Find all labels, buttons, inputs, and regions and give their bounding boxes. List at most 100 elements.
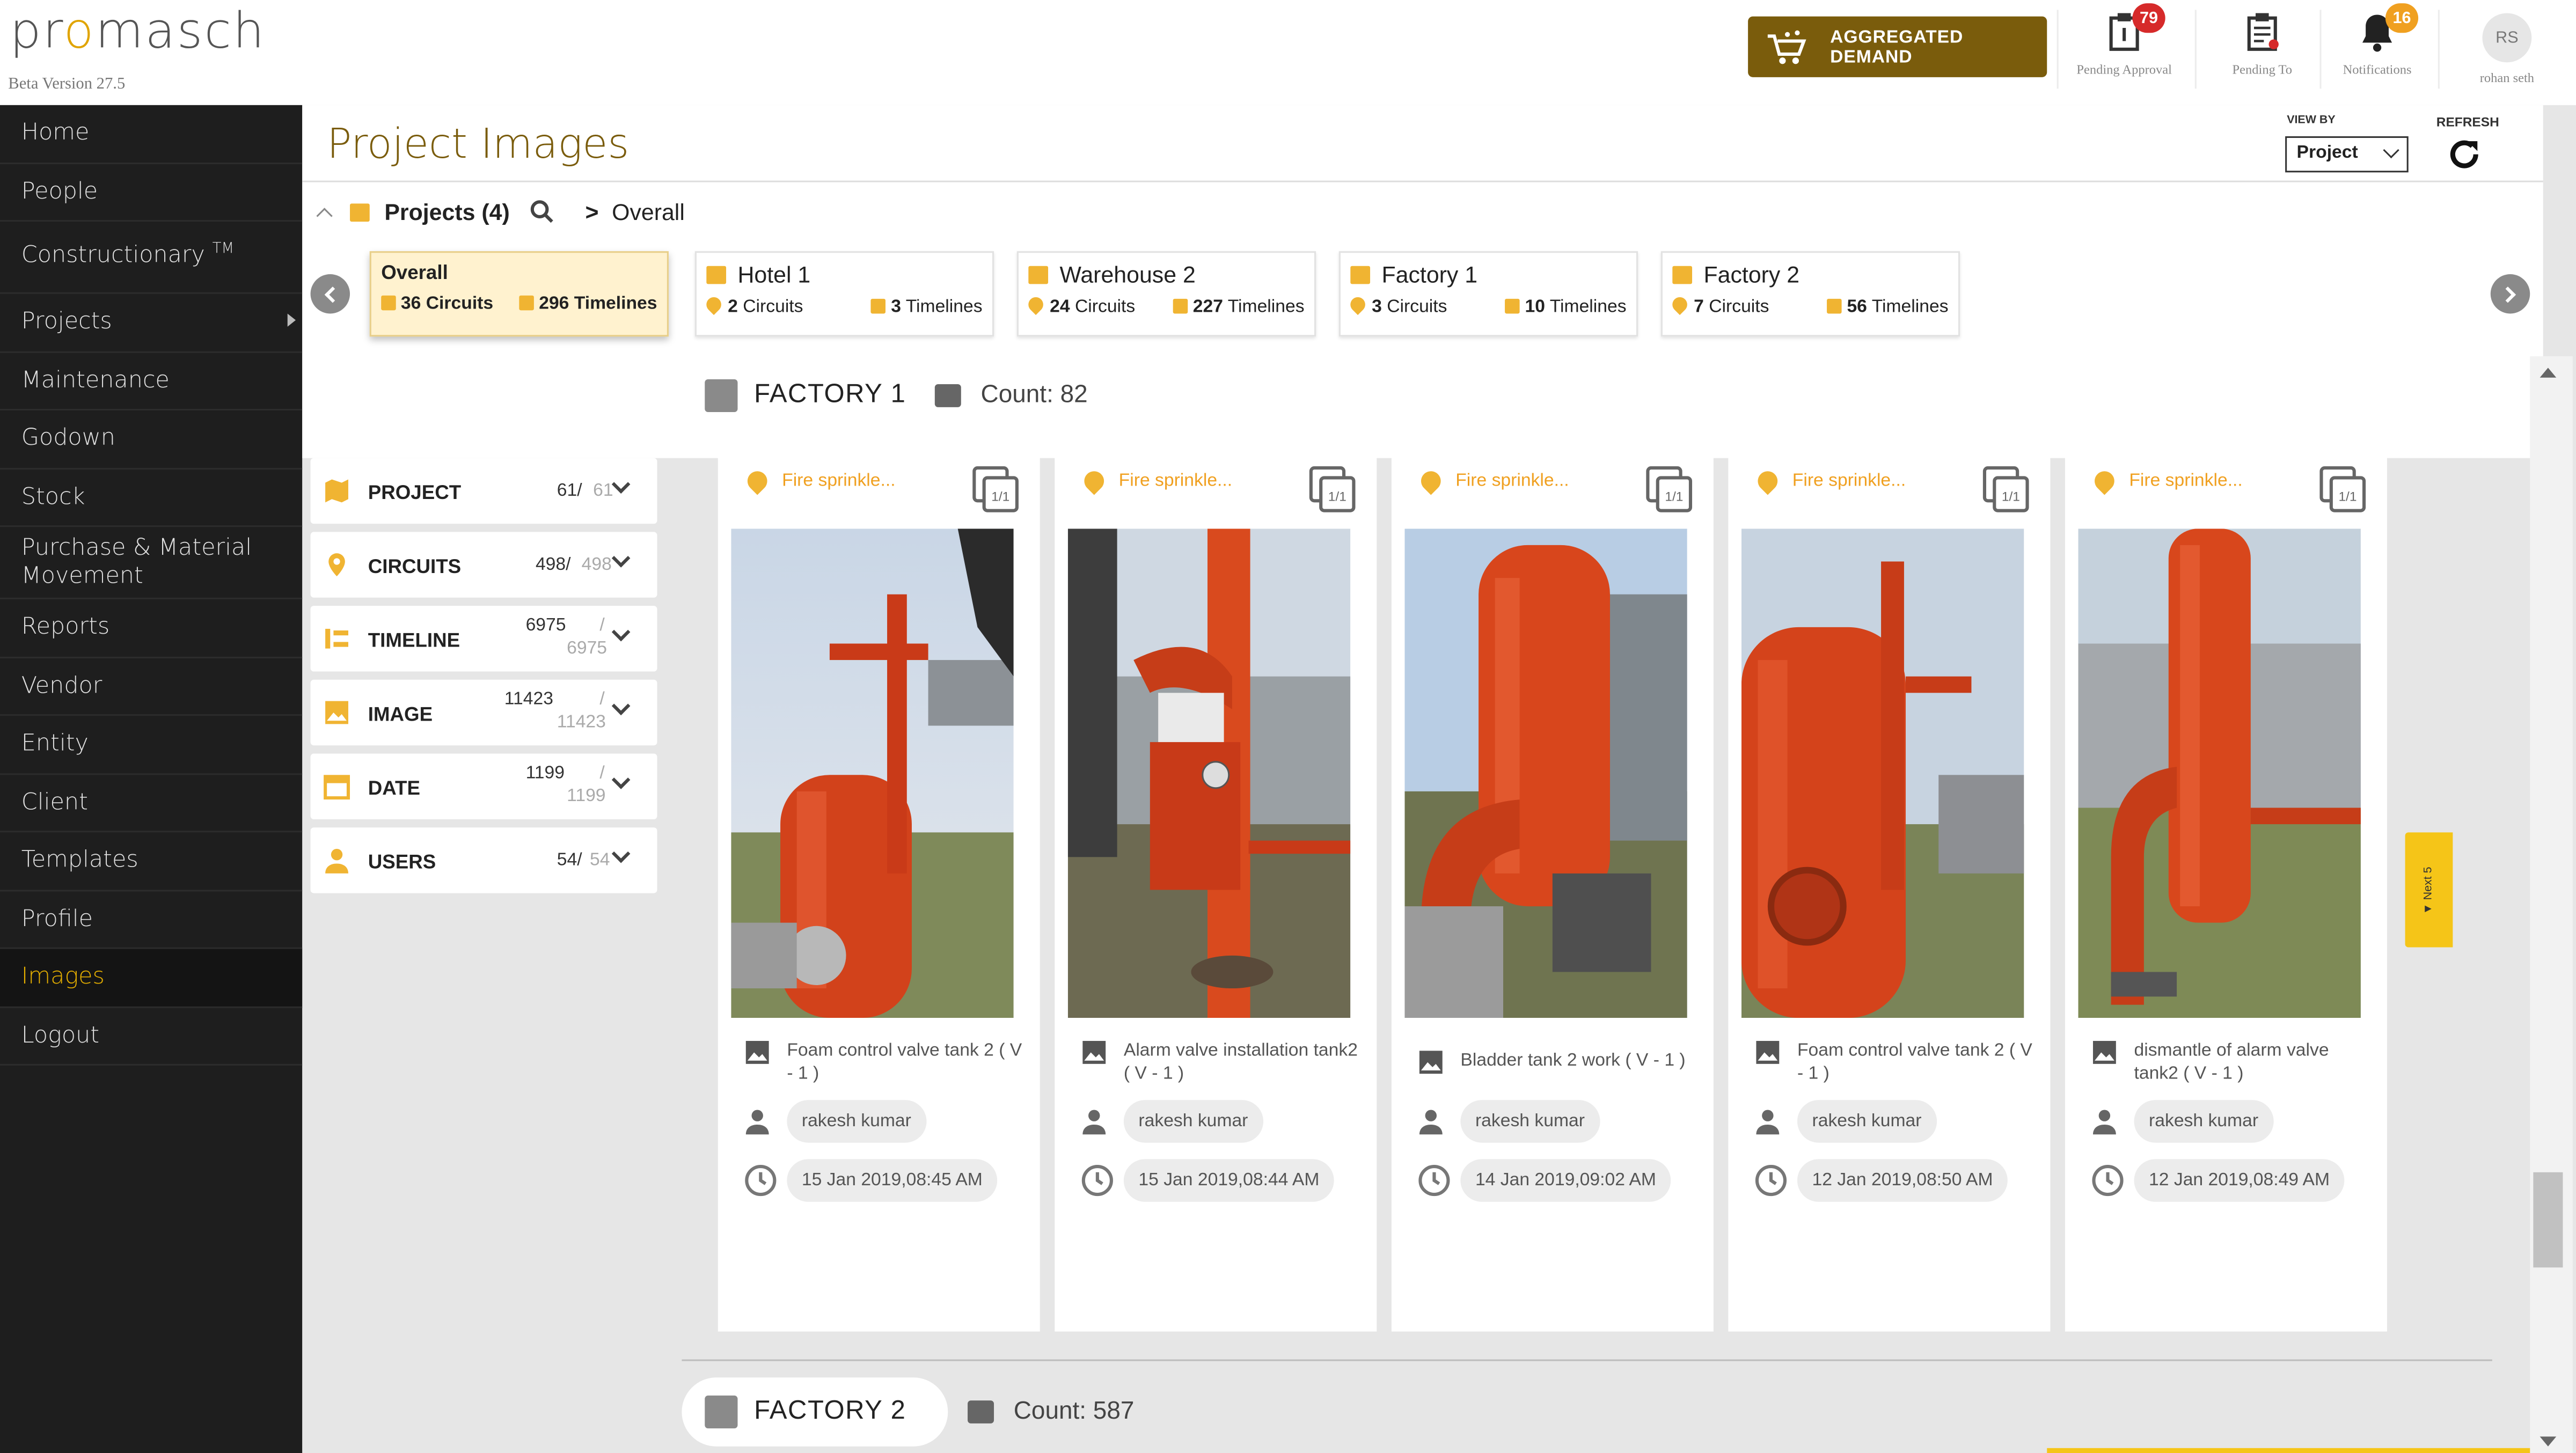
project-card-factory-2[interactable]: Factory 2 7 Circuits 56 Timelines — [1660, 251, 1960, 337]
chevron-down-icon — [611, 844, 631, 863]
project-card-overall[interactable]: Overall 36 Circuits 296 Timelines — [369, 251, 669, 337]
sidebar-item-client[interactable]: Client — [0, 774, 303, 833]
photo-thumbnail[interactable] — [1404, 529, 1687, 1018]
flag-icon — [705, 1395, 738, 1429]
image-card[interactable]: Fire sprinkle... 1/1 dismantle of alarm … — [2065, 445, 2387, 1332]
chevron-down-icon — [611, 622, 631, 642]
pending-approval-button[interactable]: 79 Pending Approval — [2059, 3, 2190, 92]
location-pin-icon — [743, 467, 772, 495]
photo-thumbnail[interactable] — [2078, 529, 2361, 1018]
main-content: Project Images VIEW BY Project REFRESH P… — [302, 105, 2576, 1453]
user-menu[interactable]: RS rohan seth — [2441, 13, 2573, 95]
map-icon — [325, 479, 348, 503]
projects-title[interactable]: Projects (4) — [384, 199, 509, 225]
filter-project[interactable]: PROJECT 61/ 61 — [310, 458, 657, 524]
scrollbar-thumb[interactable] — [2533, 1172, 2563, 1268]
svg-text:1/1: 1/1 — [1328, 489, 1346, 504]
scroll-up-icon[interactable] — [2540, 368, 2557, 378]
location-pin-icon — [1025, 294, 1046, 315]
checklist-icon — [2241, 10, 2284, 53]
sidebar-item-purchase[interactable]: Purchase & Material Movement — [0, 527, 303, 599]
copy-pages-icon[interactable]: 1/1 — [2318, 465, 2367, 514]
bell-icon: 16 — [2356, 3, 2419, 53]
user-icon — [325, 848, 348, 874]
sidebar-item-logout[interactable]: Logout — [0, 1007, 303, 1066]
search-icon[interactable] — [529, 199, 555, 225]
image-card[interactable]: Fire sprinkle... 1/1 Bladder tank 2 work… — [1391, 445, 1714, 1332]
top-header: promasch Beta Version 27.5 AGGREGATED DE… — [0, 0, 2576, 105]
sidebar-item-projects[interactable]: Projects — [0, 294, 303, 353]
filter-users[interactable]: USERS 54/ 54 — [310, 827, 657, 893]
image-card[interactable]: Fire sprinkle... 1/1 — [1055, 445, 1377, 1332]
clock-icon — [1755, 1164, 1787, 1197]
copy-pages-icon[interactable]: 1/1 — [1981, 465, 2031, 514]
timeline-icon — [519, 295, 535, 311]
pending-to-button[interactable]: Pending To — [2197, 10, 2328, 92]
image-icon — [745, 1040, 769, 1064]
copy-pages-icon[interactable]: 1/1 — [1644, 465, 1694, 514]
sidebar-item-people[interactable]: People — [0, 163, 303, 222]
chevron-down-icon — [611, 696, 631, 716]
sidebar-item-entity[interactable]: Entity — [0, 716, 303, 774]
sidebar-item-constructionary[interactable]: Constructionary TM — [0, 222, 303, 294]
project-card-warehouse-2[interactable]: Warehouse 2 24 Circuits 227 Timelines — [1016, 251, 1316, 337]
scrollbar[interactable] — [2530, 356, 2573, 1453]
image-icon — [1082, 1040, 1106, 1064]
next-5-button[interactable]: ▼ Next 5 — [2405, 832, 2453, 948]
copy-pages-icon[interactable]: 1/1 — [1308, 465, 1357, 514]
section-divider — [682, 1359, 2492, 1361]
location-pin-icon — [1347, 294, 1368, 315]
photo-thumbnail[interactable] — [731, 529, 1014, 1018]
clock-icon — [1418, 1164, 1450, 1197]
image-card[interactable]: Fire sprinkle... 1/1 Foam control valve … — [1728, 445, 2051, 1332]
copy-pages-icon[interactable]: 1/1 — [971, 465, 1020, 514]
sidebar-item-templates[interactable]: Templates — [0, 832, 303, 891]
refresh-icon[interactable] — [2445, 135, 2484, 174]
next-projects-button[interactable] — [2490, 274, 2530, 314]
collapse-icon[interactable] — [316, 207, 333, 223]
chevron-down-icon — [611, 770, 631, 789]
image-card[interactable]: Fire sprinkle... 1/1 — [718, 445, 1040, 1332]
timestamp-chip: 15 Jan 2019,08:44 AM — [1123, 1159, 1334, 1202]
location-pin-icon — [1669, 294, 1690, 315]
filter-date[interactable]: DATE 1199 / 1199 — [310, 753, 657, 819]
scroll-down-icon[interactable] — [2540, 1436, 2557, 1447]
sidebar-item-vendor[interactable]: Vendor — [0, 657, 303, 716]
timeline-icon — [325, 628, 348, 649]
notifications-button[interactable]: 16 Notifications — [2311, 3, 2443, 92]
filter-image[interactable]: IMAGE 11423 / 11423 — [310, 679, 657, 746]
clock-icon — [745, 1164, 777, 1197]
filter-timeline[interactable]: TIMELINE 6975 / 6975 — [310, 606, 657, 672]
prev-projects-button[interactable] — [310, 274, 350, 314]
filter-circuits[interactable]: CIRCUITS 498/ 498 — [310, 532, 657, 598]
progress-strip — [2047, 1448, 2530, 1453]
project-card-factory-1[interactable]: Factory 1 3 Circuits 10 Timelines — [1338, 251, 1638, 337]
sidebar-item-stock[interactable]: Stock — [0, 469, 303, 527]
photo-thumbnail[interactable] — [1741, 529, 2024, 1018]
gallery-icon — [934, 383, 961, 407]
projects-bar: Projects (4) > Overall Overall 36 Circui… — [302, 182, 2543, 458]
timeline-icon — [1505, 298, 1520, 314]
location-pin-icon — [1080, 467, 1108, 495]
sidebar-item-images[interactable]: Images — [0, 949, 303, 1008]
pending-approval-badge: 79 — [2132, 3, 2165, 33]
sidebar-item-home[interactable]: Home — [0, 105, 303, 164]
timestamp-chip: 14 Jan 2019,09:02 AM — [1460, 1159, 1671, 1202]
section-factory-1[interactable]: FACTORY 1 — [682, 361, 916, 430]
sidebar-item-reports[interactable]: Reports — [0, 599, 303, 658]
section-factory-2[interactable]: FACTORY 2 — [682, 1377, 948, 1447]
page-title: Project Images — [327, 120, 630, 168]
sidebar-item-profile[interactable]: Profile — [0, 891, 303, 949]
title-bar: Project Images VIEW BY Project REFRESH — [302, 105, 2543, 182]
sidebar-item-godown[interactable]: Godown — [0, 410, 303, 469]
photo-thumbnail[interactable] — [1067, 529, 1351, 1018]
aggregated-demand-button[interactable]: AGGREGATED DEMAND — [1748, 16, 2047, 77]
timeline-icon — [1173, 298, 1188, 314]
user-icon — [745, 1110, 769, 1135]
project-card-hotel-1[interactable]: Hotel 1 2 Circuits 3 Timelines — [694, 251, 994, 337]
image-icon — [325, 701, 348, 724]
view-by-select[interactable]: Project — [2285, 136, 2409, 173]
logo[interactable]: promasch — [10, 3, 266, 61]
clipboard-icon: 79 — [2103, 3, 2165, 53]
sidebar-item-maintenance[interactable]: Maintenance — [0, 352, 303, 410]
